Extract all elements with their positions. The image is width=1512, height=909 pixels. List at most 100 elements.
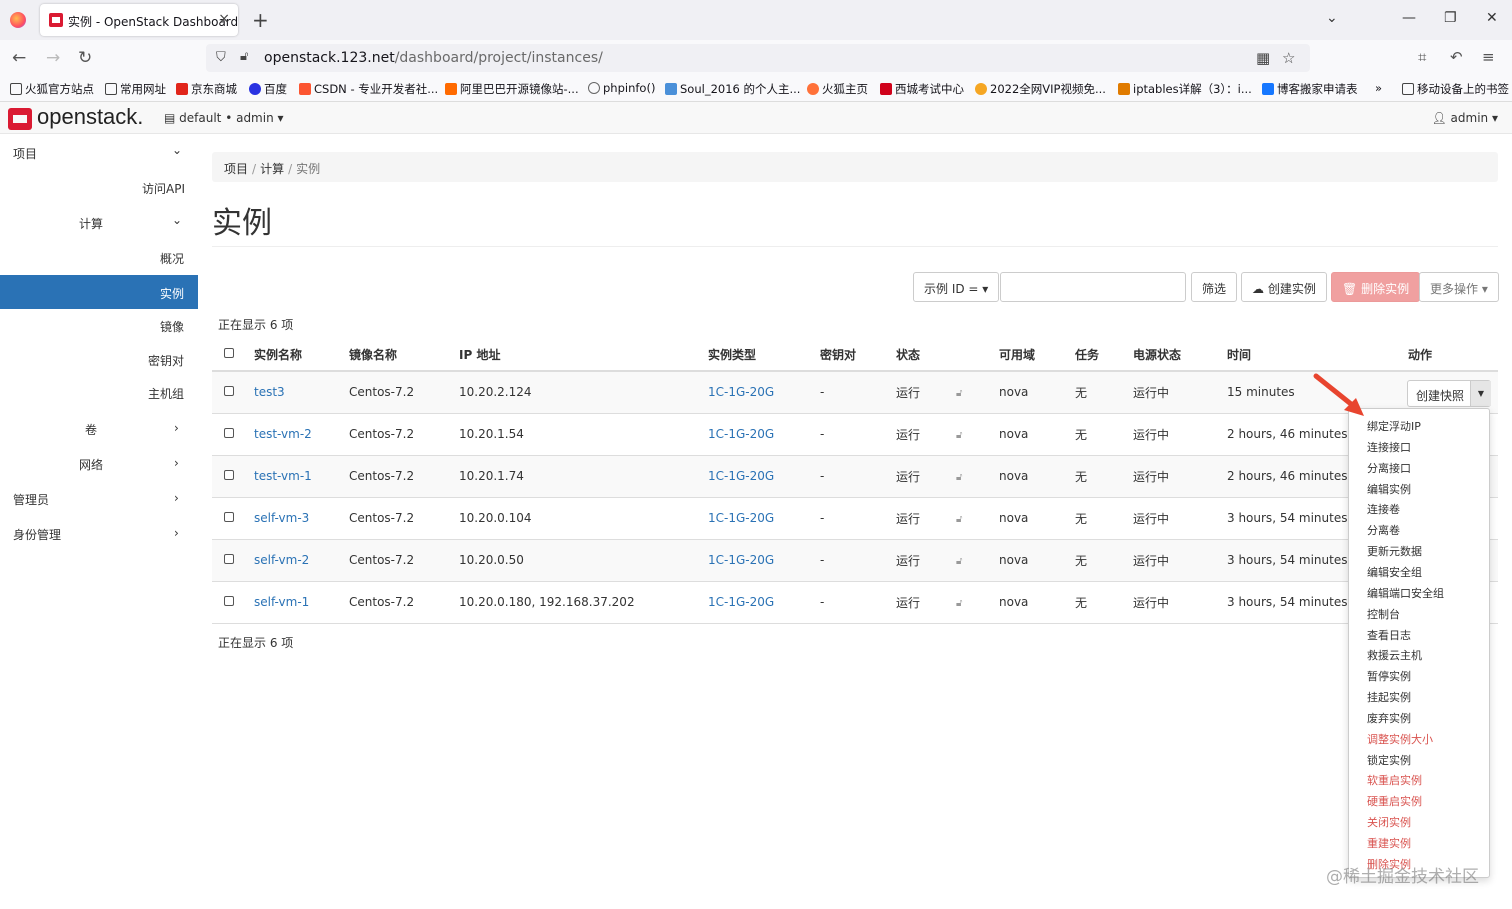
bookmark-star-icon[interactable]: ☆ — [1282, 49, 1295, 67]
menu-item-console[interactable]: 控制台 — [1367, 606, 1400, 622]
bookmark-item[interactable]: 博客搬家申请表 — [1262, 81, 1358, 97]
bookmark-item[interactable]: 2022全网VIP视频免... — [975, 81, 1106, 97]
sidebar-item-compute[interactable]: 计算 — [79, 215, 103, 232]
sidebar-item-server-groups[interactable]: 主机组 — [148, 385, 184, 402]
menu-icon[interactable]: ≡ — [1482, 48, 1495, 66]
menu-item-detach-interface[interactable]: 分离接口 — [1367, 460, 1411, 476]
filter-button[interactable]: 筛选 — [1191, 272, 1238, 302]
bookmark-item[interactable]: 阿里巴巴开源镜像站-... — [445, 81, 579, 97]
breadcrumb-compute[interactable]: 计算 — [260, 162, 284, 176]
column-header-time[interactable]: 时间 — [1227, 338, 1408, 372]
reload-icon[interactable]: ↻ — [78, 48, 92, 68]
menu-item-suspend-instance[interactable]: 挂起实例 — [1367, 689, 1411, 705]
menu-item-hard-reboot[interactable]: 硬重启实例 — [1367, 793, 1422, 809]
menu-item-attach-volume[interactable]: 连接卷 — [1367, 501, 1400, 517]
menu-item-lock-instance[interactable]: 锁定实例 — [1367, 752, 1411, 768]
instance-name-link[interactable]: test3 — [254, 385, 285, 399]
instance-name-link[interactable]: test-vm-1 — [254, 469, 312, 483]
bookmark-item[interactable]: phpinfo() — [588, 81, 655, 95]
menu-item-associate-floating-ip[interactable]: 绑定浮动IP — [1367, 418, 1421, 434]
menu-item-soft-reboot[interactable]: 软重启实例 — [1367, 772, 1422, 788]
filter-field-select[interactable]: 示例 ID = ▾ — [913, 272, 1000, 302]
openstack-logo-text[interactable]: openstack. — [37, 104, 143, 130]
instance-flavor-link[interactable]: 1C-1G-20G — [708, 469, 774, 483]
create-snapshot-button[interactable]: 创建快照 — [1416, 387, 1464, 404]
create-instance-button[interactable]: ☁ 创建实例 — [1241, 272, 1327, 302]
insecure-lock-icon[interactable]: 🔓︎ — [240, 49, 248, 64]
menu-item-update-metadata[interactable]: 更新元数据 — [1367, 543, 1422, 559]
bookmarks-overflow-icon[interactable]: » — [1375, 81, 1382, 95]
sidebar-item-keypairs[interactable]: 密钥对 — [148, 352, 184, 369]
menu-item-detach-volume[interactable]: 分离卷 — [1367, 522, 1400, 538]
instance-flavor-link[interactable]: 1C-1G-20G — [708, 553, 774, 567]
column-header-keypair[interactable]: 密钥对 — [820, 338, 896, 372]
column-header-az[interactable]: 可用域 — [999, 338, 1075, 372]
close-window-icon[interactable]: ✕ — [1486, 10, 1498, 26]
column-header-status[interactable]: 状态 — [896, 338, 956, 372]
screenshot-crop-icon[interactable]: ⌗ — [1418, 48, 1426, 66]
column-header-name[interactable]: 实例名称 — [254, 338, 349, 372]
instance-name-link[interactable]: self-vm-3 — [254, 511, 309, 525]
restore-icon[interactable]: ❐ — [1444, 10, 1457, 26]
menu-item-resize-instance[interactable]: 调整实例大小 — [1367, 731, 1433, 747]
menu-item-edit-security-groups[interactable]: 编辑安全组 — [1367, 564, 1422, 580]
more-actions-button[interactable]: 更多操作 ▾ — [1419, 272, 1499, 302]
sidebar-item-instances[interactable]: 实例 — [0, 275, 198, 309]
sidebar-item-api-access[interactable]: 访问API — [142, 180, 185, 197]
row-checkbox[interactable] — [224, 512, 234, 522]
project-context-dropdown[interactable]: ▤ default • admin ▾ — [164, 111, 284, 125]
filter-input[interactable] — [1000, 272, 1186, 302]
bookmark-item[interactable]: 移动设备上的书签 — [1402, 81, 1509, 97]
bookmark-item[interactable]: 百度 — [249, 81, 287, 97]
url-bar[interactable]: ⛉ 🔓︎ openstack.123.net/dashboard/project… — [206, 44, 1310, 72]
browser-tab[interactable]: 实例 - OpenStack Dashboard × — [40, 4, 238, 36]
instance-flavor-link[interactable]: 1C-1G-20G — [708, 511, 774, 525]
bookmark-item[interactable]: 京东商城 — [176, 81, 237, 97]
instance-name-link[interactable]: self-vm-1 — [254, 595, 309, 609]
delete-instances-button[interactable]: 🗑︎ 删除实例 — [1331, 272, 1421, 302]
undo-icon[interactable]: ↶ — [1450, 48, 1463, 66]
back-icon[interactable]: ← — [12, 48, 26, 68]
url-text[interactable]: openstack.123.net/dashboard/project/inst… — [264, 50, 603, 66]
row-checkbox[interactable] — [224, 554, 234, 564]
instance-name-link[interactable]: self-vm-2 — [254, 553, 309, 567]
column-header-flavor[interactable]: 实例类型 — [708, 338, 820, 372]
menu-item-shut-off[interactable]: 关闭实例 — [1367, 814, 1411, 830]
menu-item-rebuild[interactable]: 重建实例 — [1367, 835, 1411, 851]
instance-flavor-link[interactable]: 1C-1G-20G — [708, 385, 774, 399]
shield-icon[interactable]: ⛉ — [216, 50, 226, 65]
new-tab-icon[interactable]: + — [252, 8, 269, 32]
column-header-task[interactable]: 任务 — [1075, 338, 1133, 372]
sidebar-item-project[interactable]: 项目 — [13, 145, 37, 162]
sidebar-item-overview[interactable]: 概况 — [160, 250, 184, 267]
row-checkbox[interactable] — [224, 596, 234, 606]
sidebar-item-admin[interactable]: 管理员 — [13, 491, 49, 508]
instance-name-link[interactable]: test-vm-2 — [254, 427, 312, 441]
bookmark-item[interactable]: CSDN - 专业开发者社... — [299, 81, 438, 97]
bookmark-item[interactable]: 西城考试中心 — [880, 81, 964, 97]
instance-flavor-link[interactable]: 1C-1G-20G — [708, 595, 774, 609]
actions-dropdown-toggle[interactable]: ▼ — [1470, 381, 1491, 406]
menu-item-attach-interface[interactable]: 连接接口 — [1367, 439, 1411, 455]
bookmark-item[interactable]: iptables详解（3）：i... — [1118, 81, 1252, 97]
menu-item-edit-port-security-groups[interactable]: 编辑端口安全组 — [1367, 585, 1444, 601]
qr-code-icon[interactable]: ▦ — [1256, 49, 1270, 67]
row-checkbox[interactable] — [224, 470, 234, 480]
bookmark-item[interactable]: 火狐主页 — [807, 81, 868, 97]
firefox-icon[interactable] — [10, 12, 26, 28]
bookmark-item[interactable]: 火狐官方站点 — [10, 81, 94, 97]
sidebar-item-identity[interactable]: 身份管理 — [13, 526, 61, 543]
column-header-power[interactable]: 电源状态 — [1133, 338, 1227, 372]
menu-item-edit-instance[interactable]: 编辑实例 — [1367, 481, 1411, 497]
select-all-checkbox[interactable] — [224, 348, 234, 358]
row-checkbox[interactable] — [224, 386, 234, 397]
bookmark-folder[interactable]: 常用网址 — [105, 81, 166, 97]
tab-close-icon[interactable]: × — [218, 11, 230, 27]
breadcrumb-project[interactable]: 项目 — [224, 162, 248, 176]
user-menu[interactable]: 👤︎ admin ▾ — [1431, 111, 1498, 125]
sidebar-item-network[interactable]: 网络 — [79, 456, 103, 473]
minimize-icon[interactable]: — — [1402, 10, 1416, 26]
column-header-image[interactable]: 镜像名称 — [349, 338, 459, 372]
menu-item-shelve-instance[interactable]: 废弃实例 — [1367, 710, 1411, 726]
openstack-logo-icon[interactable] — [8, 108, 32, 130]
